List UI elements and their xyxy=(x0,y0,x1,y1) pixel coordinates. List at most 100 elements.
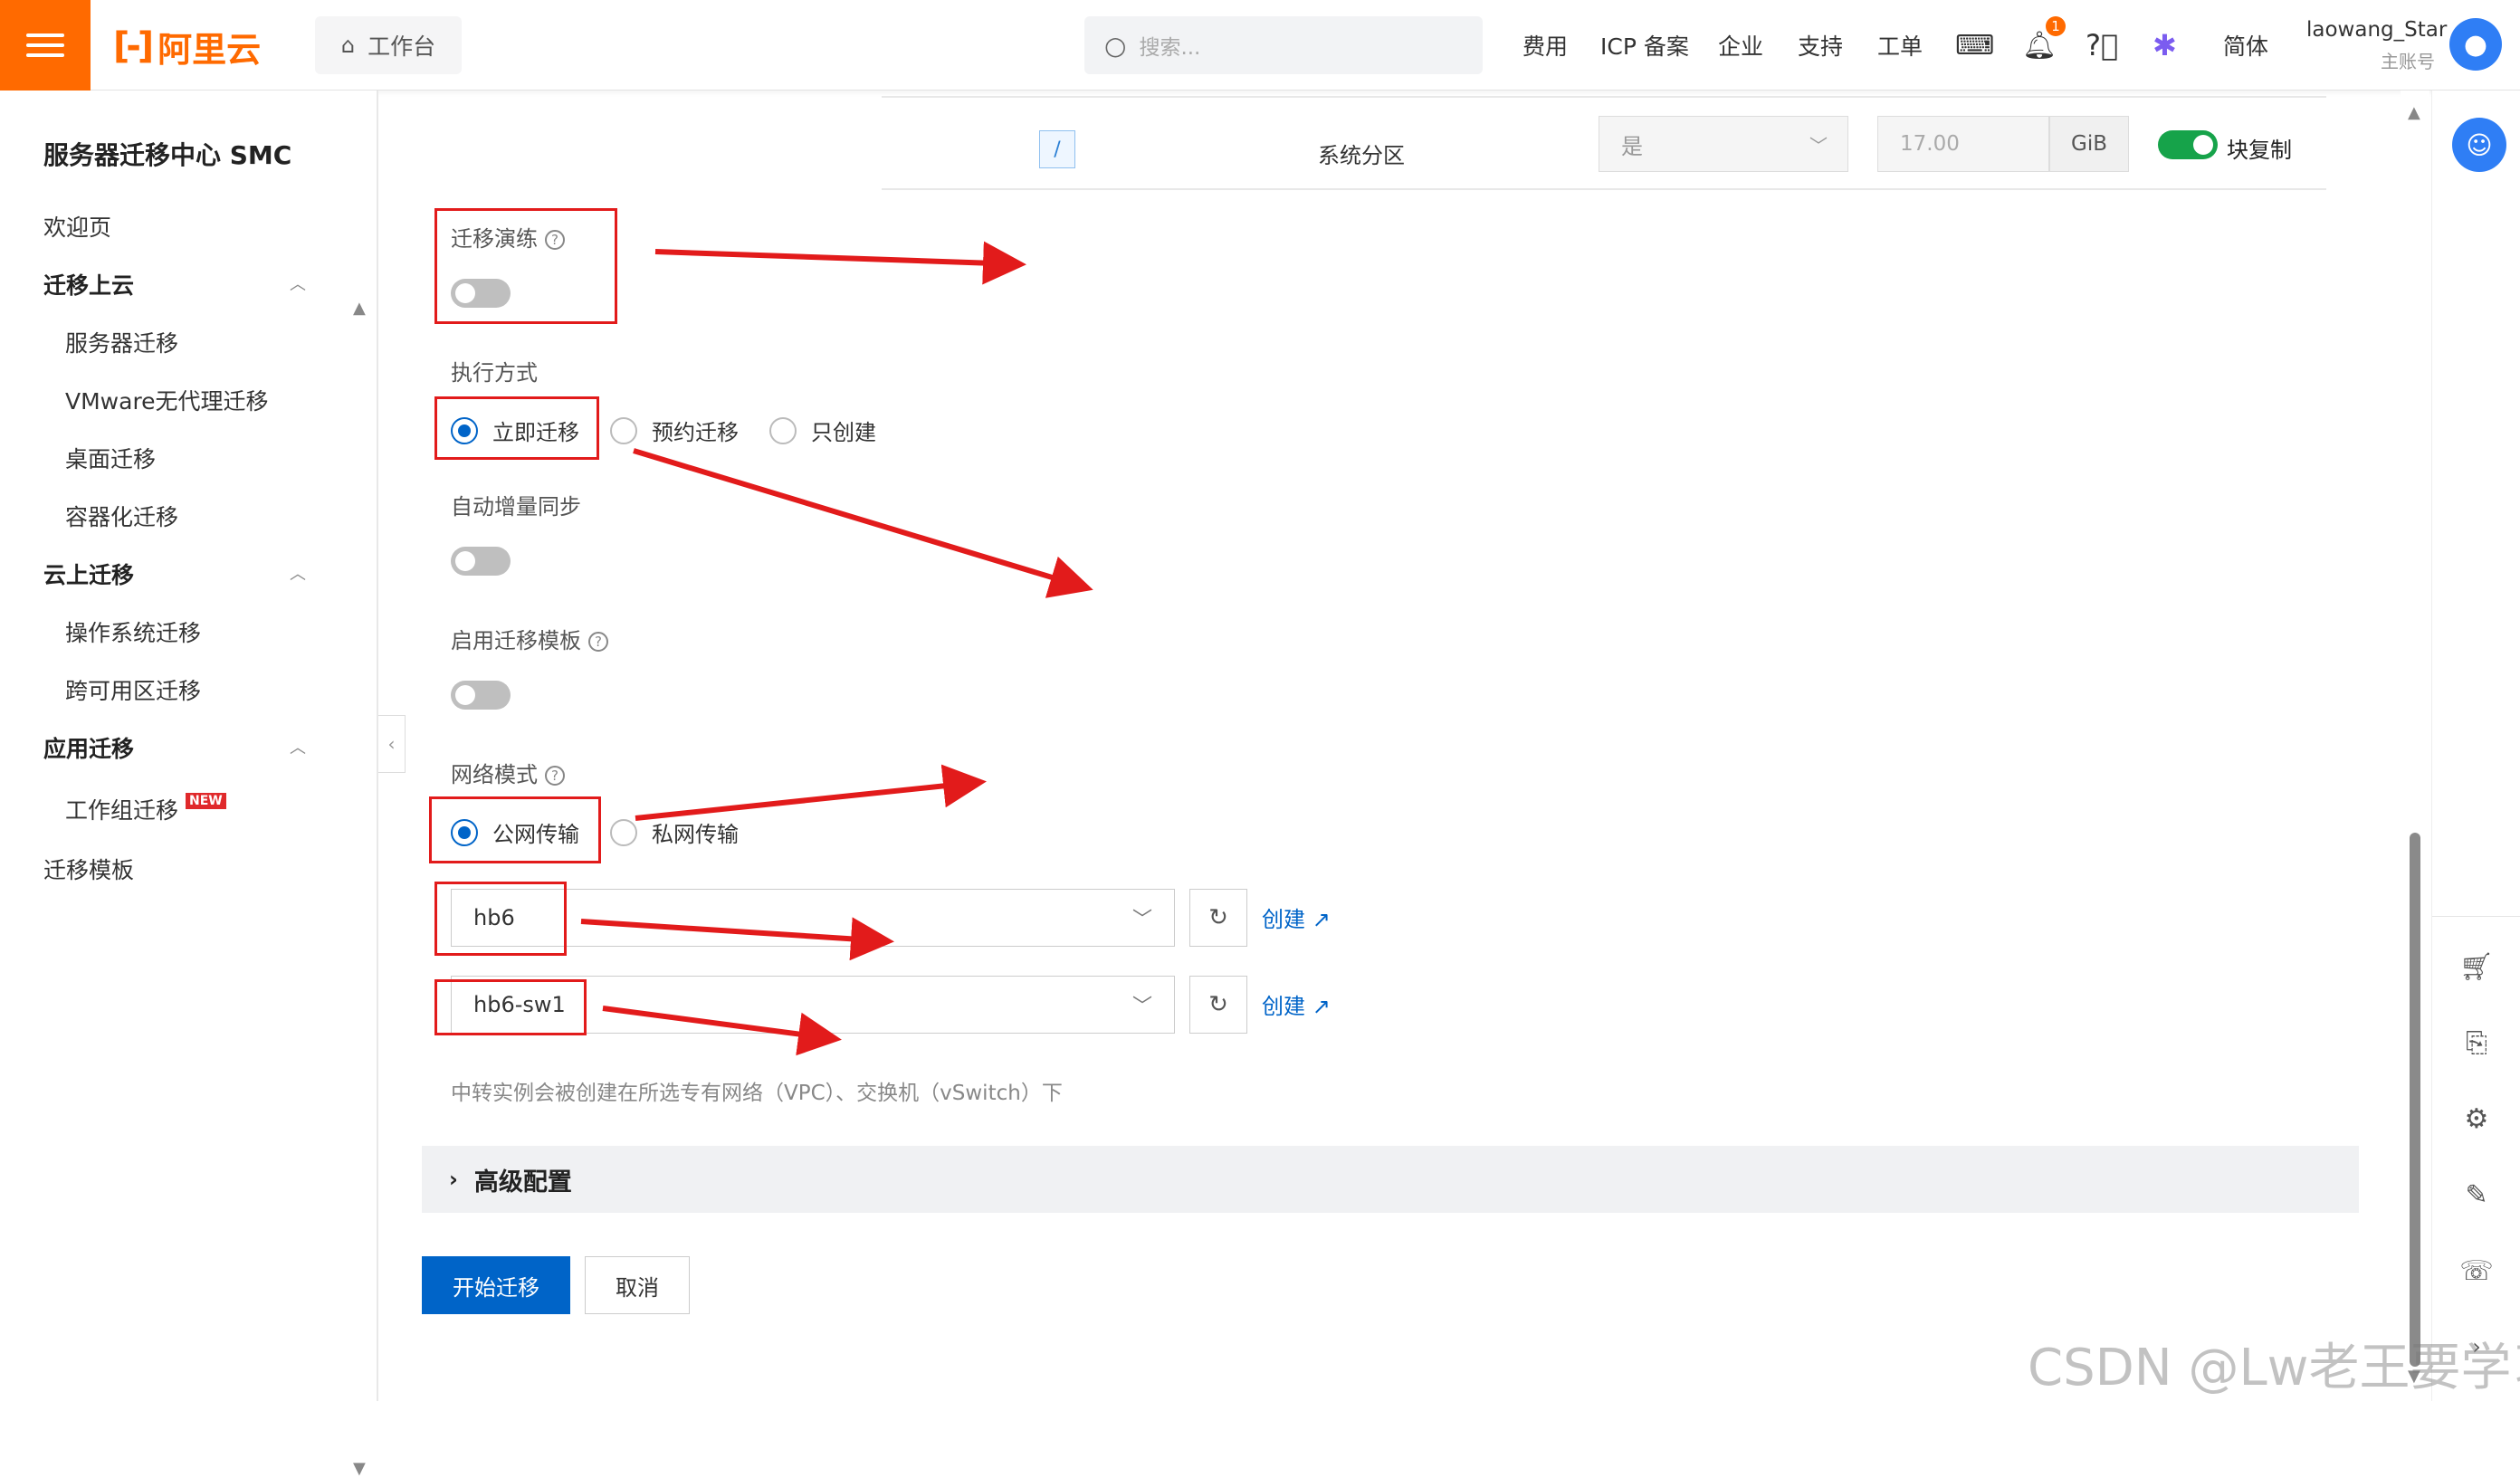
partition-select: 是 ﹀ xyxy=(1599,116,1848,172)
advanced-config-panel[interactable]: › 高级配置 xyxy=(422,1146,2359,1213)
help-icon[interactable]: ? xyxy=(588,632,608,652)
network-hint: 中转实例会被创建在所选专有网络（VPC）、交换机（vSwitch）下 xyxy=(451,1082,1063,1105)
workbench-label: 工作台 xyxy=(368,33,436,60)
create-vpc-link[interactable]: 创建 ↗ xyxy=(1262,901,1331,933)
cart-icon[interactable]: 🛒︎ xyxy=(2432,939,2520,994)
sidebar-item-vmware[interactable]: VMware无代理迁移 xyxy=(65,384,269,416)
workgroup-label: 工作组迁移 xyxy=(65,797,179,824)
nav-support[interactable]: 支持 xyxy=(1798,0,1843,91)
right-toolbar: ☺ 🛒︎ ⎘ ⚙ ✎ ☏ › xyxy=(2431,91,2520,1401)
sidebar-item-desktop[interactable]: 桌面迁移 xyxy=(65,442,156,474)
sidebar-item-template[interactable]: 迁移模板 xyxy=(43,853,134,885)
main-scrollbar[interactable]: ▲ ▼ xyxy=(2401,91,2429,1401)
account-type: 主账号 xyxy=(2381,51,2435,72)
size-unit: GiB xyxy=(2049,116,2129,172)
refresh-icon: ↻ xyxy=(1208,904,1228,931)
chevron-down-icon: ﹀ xyxy=(1131,996,1152,1018)
scroll-down-icon[interactable]: ▼ xyxy=(353,1459,366,1478)
path-tag: / xyxy=(1039,130,1075,168)
sidebar-item-cross-zone[interactable]: 跨可用区迁移 xyxy=(65,673,201,706)
template-toggle[interactable] xyxy=(451,681,511,710)
annotation-box-drill xyxy=(434,208,617,324)
workbench-button[interactable]: ⌂ 工作台 xyxy=(315,16,462,74)
divider xyxy=(2432,916,2520,917)
aliyun-mark-icon: [-] xyxy=(113,25,154,67)
language-switch[interactable]: 简体 xyxy=(2223,0,2268,91)
api-icon[interactable]: ⎘ xyxy=(2432,1016,2520,1070)
template-label: 启用迁移模板? xyxy=(451,623,608,654)
sidebar-item-os-migration[interactable]: 操作系统迁移 xyxy=(65,615,201,648)
block-copy-label: 块复制 xyxy=(2227,138,2292,163)
sidebar-item-container[interactable]: 容器化迁移 xyxy=(65,500,178,532)
notification-badge: 1 xyxy=(2046,16,2066,36)
help-icon[interactable]: ? xyxy=(545,766,565,786)
radio-create-only[interactable]: 只创建 xyxy=(769,415,876,446)
radio-private-network[interactable]: 私网传输 xyxy=(610,816,739,848)
scroll-up-icon[interactable]: ▲ xyxy=(2408,103,2420,122)
sidebar-group-app-migration[interactable]: 应用迁移 xyxy=(43,731,134,764)
user-info[interactable]: laowang_Star 主账号 xyxy=(2306,18,2448,73)
top-bar: [-] 阿里云 ⌂ 工作台 ○ 搜索... 费用 ICP 备案 企业 支持 工单… xyxy=(0,0,2520,91)
assistant-bot-icon[interactable]: ☺ xyxy=(2452,118,2506,172)
main-content: / 系统分区 是 ﹀ 17.00 GiB 块复制 迁移演练? 执行方式 立即迁移… xyxy=(380,91,2399,1401)
sidebar-item-workgroup[interactable]: 工作组迁移 NEW xyxy=(65,793,226,825)
avatar[interactable]: ● xyxy=(2449,18,2502,71)
chevron-up-icon[interactable]: ︿ xyxy=(290,561,306,585)
refresh-vpc-button[interactable]: ↻ xyxy=(1189,889,1247,947)
network-label: 网络模式? xyxy=(451,757,565,788)
nav-enterprise[interactable]: 企业 xyxy=(1718,0,1763,91)
annotation-box-vswitch xyxy=(434,979,587,1035)
auto-sync-label: 自动增量同步 xyxy=(451,494,581,520)
radio-scheduled[interactable]: 预约迁移 xyxy=(610,415,739,446)
sidebar-item-welcome[interactable]: 欢迎页 xyxy=(43,210,111,243)
external-link-icon: ↗ xyxy=(1312,907,1331,932)
partition-label: 系统分区 xyxy=(1318,143,1405,168)
sidebar-group-in-cloud[interactable]: 云上迁移 xyxy=(43,558,134,590)
search-placeholder: 搜索... xyxy=(1139,36,1201,60)
create-vswitch-link[interactable]: 创建 ↗ xyxy=(1262,988,1331,1020)
annotation-box-vpc xyxy=(434,882,567,956)
bell-icon[interactable]: 🔔︎ xyxy=(2022,0,2057,91)
edit-icon[interactable]: ✎ xyxy=(2432,1168,2520,1222)
disk-row: / 系统分区 是 ﹀ 17.00 GiB 块复制 xyxy=(882,96,2326,190)
logo-text: 阿里云 xyxy=(158,29,262,70)
radio-unchecked-icon xyxy=(610,416,637,444)
annotation-box-exec xyxy=(434,396,599,460)
username: laowang_Star xyxy=(2306,18,2448,42)
start-migration-button[interactable]: 开始迁移 xyxy=(422,1256,570,1314)
external-link-icon: ↗ xyxy=(1312,994,1331,1019)
chevron-up-icon[interactable]: ︿ xyxy=(290,272,306,295)
ai-assistant-icon[interactable]: ✱ xyxy=(2152,0,2177,91)
menu-icon[interactable] xyxy=(0,0,91,91)
auto-sync-toggle[interactable] xyxy=(451,547,511,576)
advanced-config-label: 高级配置 xyxy=(473,1168,572,1197)
sidebar-title: 服务器迁移中心 SMC xyxy=(43,140,292,170)
nav-ticket[interactable]: 工单 xyxy=(1877,0,1923,91)
new-badge: NEW xyxy=(186,793,226,809)
chevron-right-icon: › xyxy=(449,1167,458,1192)
sidebar-group-migrate-to-cloud[interactable]: 迁移上云 xyxy=(43,268,134,300)
refresh-icon: ↻ xyxy=(1208,991,1228,1018)
radio-unchecked-icon xyxy=(610,818,637,846)
chevron-down-icon: ﹀ xyxy=(1131,909,1152,931)
chevron-up-icon[interactable]: ︿ xyxy=(290,735,306,758)
aliyun-logo[interactable]: [-] 阿里云 xyxy=(113,24,262,70)
sidebar: 服务器迁移中心 SMC ▲ 欢迎页 迁移上云 ︿ 服务器迁移 VMware无代理… xyxy=(0,91,378,1478)
cancel-button[interactable]: 取消 xyxy=(585,1256,690,1314)
headset-icon[interactable]: ☏ xyxy=(2432,1244,2520,1298)
search-icon: ○ xyxy=(1104,30,1127,61)
scrollbar-thumb[interactable] xyxy=(2410,833,2420,1367)
scroll-up-icon[interactable]: ▲ xyxy=(353,299,366,318)
terminal-icon[interactable]: ⌨ xyxy=(1955,0,1994,91)
help-icon[interactable]: ?⃝ xyxy=(2086,0,2118,91)
search-input[interactable]: ○ 搜索... xyxy=(1084,16,1483,74)
block-copy-toggle[interactable] xyxy=(2158,130,2218,159)
nav-icp[interactable]: ICP 备案 xyxy=(1600,0,1689,91)
annotation-box-network xyxy=(429,796,601,863)
sidebar-item-server-migration[interactable]: 服务器迁移 xyxy=(65,326,178,358)
nav-fees[interactable]: 费用 xyxy=(1522,0,1568,91)
chevron-down-icon: ﹀ xyxy=(1809,134,1828,157)
refresh-vswitch-button[interactable]: ↻ xyxy=(1189,976,1247,1034)
radio-unchecked-icon xyxy=(769,416,797,444)
settings-icon[interactable]: ⚙ xyxy=(2432,1092,2520,1146)
